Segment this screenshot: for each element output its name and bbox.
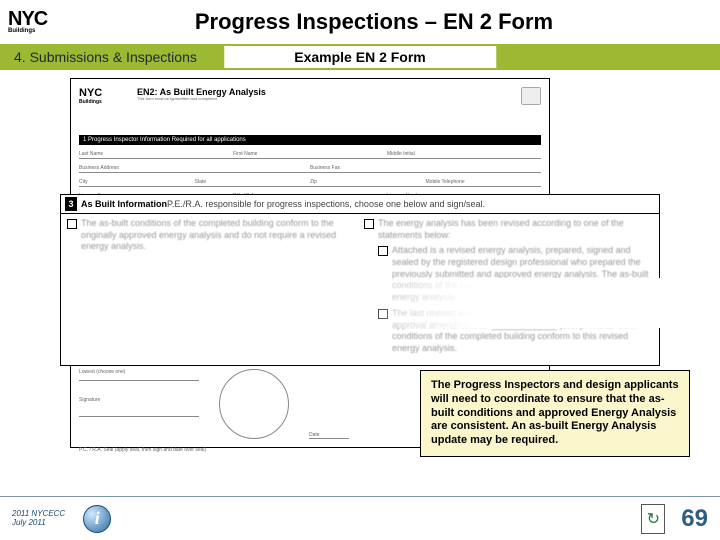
form-logo-text: NYC (79, 87, 129, 99)
checkbox-row: Attached is a revised energy analysis, p… (378, 245, 653, 303)
section3-title: 3 As Built Information P.E./R.A. respons… (61, 195, 659, 214)
form-logo: NYC Buildings (79, 87, 129, 105)
option-text: The as-built conditions of the completed… (81, 218, 356, 253)
field-label: Zip (310, 179, 426, 185)
footer-meta: 2011 NYCECC July 2011 (12, 510, 65, 528)
example-label: Example EN 2 Form (224, 46, 496, 68)
form-blurb: This form must be typewritten and comple… (137, 97, 266, 101)
header: NYC Buildings Progress Inspections – EN … (0, 0, 720, 44)
section-path: 4. Submissions & Inspections (14, 49, 197, 65)
callout-box: The Progress Inspectors and design appli… (420, 370, 690, 457)
field-label: Last Name (79, 151, 233, 157)
logo-text: NYC (8, 11, 68, 28)
section1-bar: 1 Progress Inspector Information Require… (79, 135, 541, 145)
field-label: Middle Initial (387, 151, 541, 157)
stamp-icon (521, 87, 541, 105)
info-icon: i (83, 505, 111, 533)
slide: NYC Buildings Progress Inspections – EN … (0, 0, 720, 540)
seal-circle-icon (219, 369, 289, 439)
checkbox-icon (378, 246, 388, 256)
checkbox-row: The as-built conditions of the completed… (67, 218, 356, 253)
section3-body: The as-built conditions of the completed… (61, 214, 659, 365)
section-number: 3 (65, 197, 77, 211)
section3-left-col: The as-built conditions of the completed… (67, 218, 356, 359)
band-inner: 4. Submissions & Inspections Example EN … (14, 44, 706, 70)
option-text: The energy analysis has been revised acc… (378, 218, 653, 241)
field-label: City (79, 179, 195, 185)
logo-subtext: Buildings (8, 28, 68, 34)
form-title-block: EN2: As Built Energy Analysis This form … (137, 87, 266, 101)
checkbox-row: The energy analysis has been revised acc… (364, 218, 653, 241)
field-label: Business Address (79, 165, 310, 171)
field-label: Business Fax (310, 165, 541, 171)
page-title: Progress Inspections – EN 2 Form (78, 9, 720, 35)
field-label: First Name (233, 151, 387, 157)
callout-text: The Progress Inspectors and design appli… (431, 379, 679, 446)
field-row: City State Zip Mobile Telephone (79, 173, 541, 187)
field-row: Last Name First Name Middle Initial (79, 145, 541, 159)
sig-line: Lowest (choose one) (79, 369, 199, 381)
section3-callout: 3 As Built Information P.E./R.A. respons… (60, 194, 660, 366)
option-text: The last revised analysis was submitted … (392, 308, 653, 355)
sig-line: Signature (79, 397, 199, 417)
sig-date: Date (309, 432, 349, 439)
option-text: Attached is a revised energy analysis, p… (392, 245, 653, 303)
nyc-logo: NYC Buildings (8, 4, 68, 40)
subheader-band: 4. Submissions & Inspections Example EN … (0, 44, 720, 70)
section3-title-bold: As Built Information (81, 199, 167, 209)
checkbox-icon (364, 219, 374, 229)
field-label: State (195, 179, 311, 185)
checkbox-icon (67, 219, 77, 229)
section3-right-col: The energy analysis has been revised acc… (364, 218, 653, 359)
form-header: NYC Buildings EN2: As Built Energy Analy… (79, 87, 541, 131)
checkbox-icon (378, 309, 388, 319)
field-label: Mobile Telephone (426, 179, 542, 185)
section3-title-rest: P.E./R.A. responsible for progress inspe… (167, 199, 485, 209)
form-logo-sub: Buildings (79, 99, 129, 105)
checkbox-row: The last revised analysis was submitted … (378, 308, 653, 355)
field-row: Business Address Business Fax (79, 159, 541, 173)
footer-date: July 2011 (12, 519, 65, 528)
sig-left: Lowest (choose one) Signature (79, 369, 199, 439)
footer: 2011 NYCECC July 2011 i ↻ 69 (0, 496, 720, 540)
page-number: 69 (681, 505, 708, 533)
arrow-icon: ↻ (647, 509, 660, 529)
document-icon: ↻ (641, 504, 665, 534)
